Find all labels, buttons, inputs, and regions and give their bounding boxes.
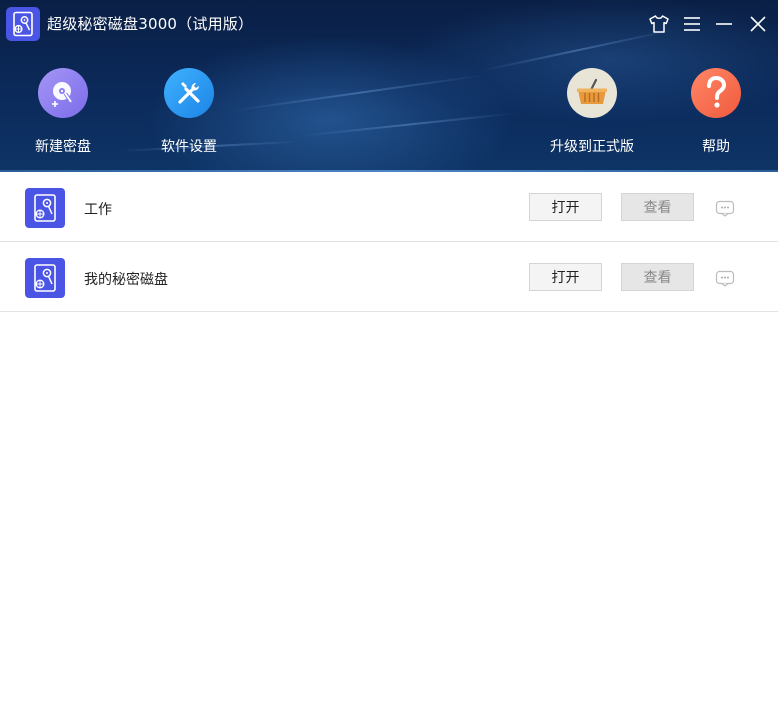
- minimize-button[interactable]: [711, 11, 737, 37]
- disk-name: 我的秘密磁盘: [84, 272, 168, 288]
- decorative-streak: [229, 73, 488, 112]
- menu-button[interactable]: [679, 11, 705, 37]
- close-icon: [750, 16, 766, 32]
- view-button[interactable]: 查看: [621, 263, 694, 291]
- secret-disk-icon: [25, 188, 65, 228]
- view-button[interactable]: 查看: [621, 193, 694, 221]
- software-settings-label: 软件设置: [161, 139, 217, 155]
- new-disk-label: 新建密盘: [35, 139, 91, 155]
- decorative-streak: [299, 112, 519, 137]
- disk-row: 我的秘密磁盘 打开 查看: [0, 242, 778, 312]
- skin-shirt-button[interactable]: [646, 11, 672, 37]
- secret-disk-icon: [25, 258, 65, 298]
- app-window: 超级秘密磁盘3000（试用版） 新建密盘 软件设置 升级到正式版 帮助 工作 打…: [0, 0, 778, 720]
- disk-name: 工作: [84, 202, 112, 218]
- disk-row: 工作 打开 查看: [0, 172, 778, 242]
- menu-icon: [684, 17, 700, 31]
- minimize-icon: [716, 23, 732, 25]
- upgrade-label: 升级到正式版: [550, 139, 634, 155]
- more-options-icon: [715, 270, 735, 287]
- disk-list: 工作 打开 查看 我的秘密磁盘 打开 查看: [0, 172, 778, 312]
- basket-icon: [567, 68, 617, 118]
- help-label: 帮助: [702, 139, 730, 155]
- shirt-icon: [649, 15, 669, 33]
- app-logo-icon: [6, 7, 40, 41]
- more-options-button[interactable]: [715, 199, 735, 217]
- app-title: 超级秘密磁盘3000（试用版）: [47, 15, 254, 33]
- new-disk-icon: [38, 68, 88, 118]
- open-button[interactable]: 打开: [529, 193, 602, 221]
- upgrade-button[interactable]: 升级到正式版: [542, 68, 642, 156]
- software-settings-button[interactable]: 软件设置: [139, 68, 239, 156]
- question-icon: [691, 68, 741, 118]
- open-button[interactable]: 打开: [529, 263, 602, 291]
- header-banner: 超级秘密磁盘3000（试用版） 新建密盘 软件设置 升级到正式版 帮助: [0, 0, 778, 172]
- more-options-button[interactable]: [715, 269, 735, 287]
- help-button[interactable]: 帮助: [666, 68, 766, 156]
- settings-tools-icon: [164, 68, 214, 118]
- new-disk-button[interactable]: 新建密盘: [13, 68, 113, 156]
- close-button[interactable]: [745, 11, 771, 37]
- more-options-icon: [715, 200, 735, 217]
